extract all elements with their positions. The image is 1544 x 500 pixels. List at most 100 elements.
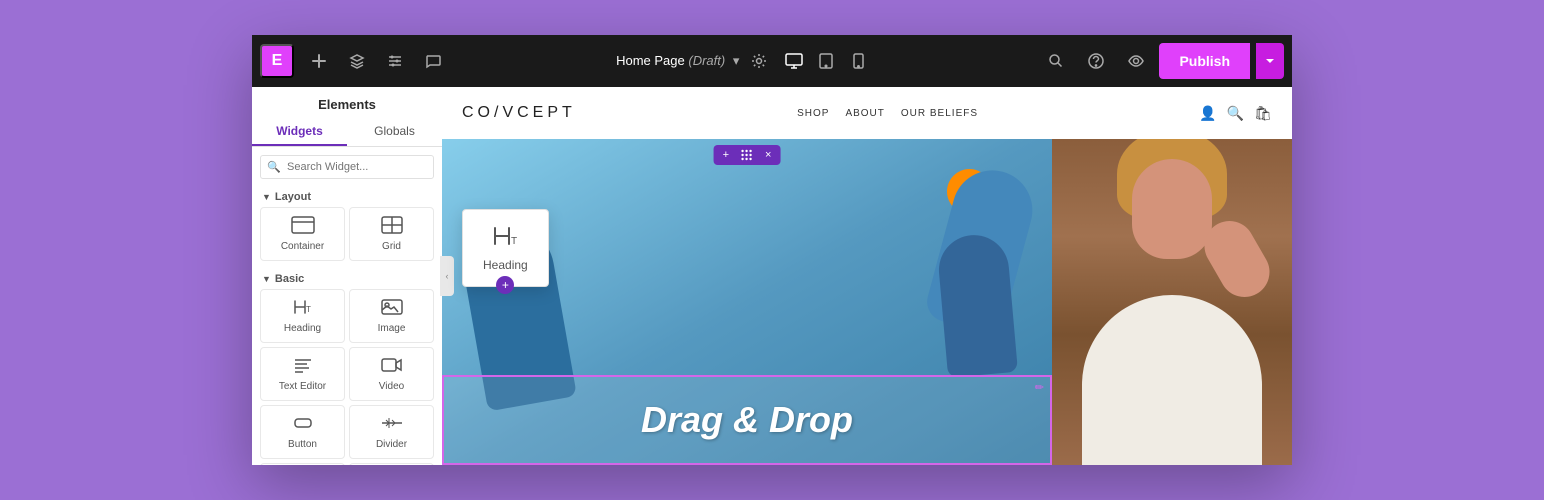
search-nav-icon[interactable]: 🔍 <box>1227 105 1244 122</box>
svg-text:T: T <box>511 236 517 247</box>
drag-drop-overlay[interactable]: Drag & Drop ✏ <box>442 375 1052 465</box>
widget-google-maps[interactable]: Google Maps <box>349 463 434 465</box>
site-nav: CO/VCEPT SHOP ABOUT OUR BELIEFS 👤 🔍 🛍 <box>442 87 1292 139</box>
tablet-icon <box>819 53 833 69</box>
widget-container[interactable]: Container <box>260 207 345 261</box>
eye-icon <box>1128 53 1144 69</box>
gear-icon <box>751 53 767 69</box>
nav-link-shop[interactable]: SHOP <box>797 108 829 119</box>
dragging-widget: T Heading + <box>462 209 549 287</box>
widget-search-box: 🔍 <box>260 155 434 179</box>
site-settings-button[interactable] <box>378 44 412 78</box>
widget-text-editor[interactable]: Text Editor <box>260 347 345 401</box>
panel-collapse-handle[interactable]: ‹ <box>440 256 454 296</box>
editor-window: E <box>252 35 1292 465</box>
canvas-area: CO/VCEPT SHOP ABOUT OUR BELIEFS 👤 🔍 🛍 <box>442 87 1292 465</box>
site-logo: CO/VCEPT <box>462 104 576 122</box>
search-widget-input[interactable] <box>260 155 434 179</box>
help-icon <box>1088 53 1104 69</box>
woman-photo <box>1052 139 1292 465</box>
sliders-icon <box>387 53 403 69</box>
grid-dots-icon <box>741 149 753 161</box>
site-nav-icons: 👤 🔍 🛍 <box>1199 105 1272 122</box>
toolbar-center: Home Page (Draft) ▾ <box>454 46 1035 76</box>
search-icon <box>1048 53 1064 69</box>
face <box>1132 159 1212 259</box>
widget-button[interactable]: Button <box>260 405 345 459</box>
tab-globals[interactable]: Globals <box>347 118 442 146</box>
desktop-icon <box>785 53 803 69</box>
hero-section: + × Drag & <box>442 139 1292 465</box>
toolbar-right: Publish <box>1039 43 1284 79</box>
body <box>1082 295 1262 465</box>
text-editor-icon <box>292 356 314 377</box>
search-icon-small: 🔍 <box>267 161 281 174</box>
hero-right <box>1052 139 1292 465</box>
container-icon <box>291 216 315 237</box>
svg-text:T: T <box>306 305 311 314</box>
cart-icon[interactable]: 🛍 <box>1254 105 1272 122</box>
page-title-chevron: ▾ <box>733 53 740 68</box>
mobile-view-button[interactable] <box>843 46 873 76</box>
section-grid-button[interactable] <box>738 148 756 162</box>
page-title-area: Home Page (Draft) ▾ <box>616 53 739 69</box>
widget-heading[interactable]: T Heading <box>260 289 345 343</box>
button-icon <box>292 414 314 435</box>
section-close-button[interactable]: × <box>762 148 774 162</box>
floating-widget-label: Heading <box>483 258 528 272</box>
grid-icon <box>381 216 403 237</box>
nav-link-about[interactable]: ABOUT <box>845 108 884 119</box>
comments-button[interactable] <box>416 44 450 78</box>
preview-button[interactable] <box>1119 44 1153 78</box>
panel-tabs: Widgets Globals <box>252 118 442 147</box>
layers-button[interactable] <box>340 44 374 78</box>
site-preview: CO/VCEPT SHOP ABOUT OUR BELIEFS 👤 🔍 🛍 <box>442 87 1292 465</box>
chevron-down-icon <box>1265 57 1275 65</box>
tab-widgets[interactable]: Widgets <box>252 118 347 146</box>
view-mode-buttons <box>779 46 873 76</box>
floating-heading-icon: T <box>491 224 519 254</box>
widget-image[interactable]: Image <box>349 289 434 343</box>
tablet-view-button[interactable] <box>811 46 841 76</box>
heading-icon: T <box>292 298 314 319</box>
basic-widget-grid: T Heading Image <box>252 289 442 465</box>
drop-plus-indicator: + <box>496 276 514 294</box>
basic-arrow: ▼ <box>262 274 271 284</box>
divider-icon <box>381 414 403 435</box>
section-add-button[interactable]: + <box>720 148 732 162</box>
layout-arrow: ▼ <box>262 192 271 202</box>
search-button[interactable] <box>1039 44 1073 78</box>
layout-widget-grid: Container Grid <box>252 207 442 269</box>
toolbar: E <box>252 35 1292 87</box>
image-icon <box>381 298 403 319</box>
help-button[interactable] <box>1079 44 1113 78</box>
hero-left: + × Drag & <box>442 139 1052 465</box>
editor-body: Elements Widgets Globals 🔍 ▼ Layout <box>252 87 1292 465</box>
nav-link-beliefs[interactable]: OUR BELIEFS <box>901 108 978 119</box>
elements-panel: Elements Widgets Globals 🔍 ▼ Layout <box>252 87 442 465</box>
page-settings-button[interactable] <box>751 53 767 69</box>
elementor-logo[interactable]: E <box>260 44 294 78</box>
layers-icon <box>349 53 365 69</box>
drag-drop-text: Drag & Drop <box>641 399 853 441</box>
widget-video[interactable]: Video <box>349 347 434 401</box>
widget-divider[interactable]: Divider <box>349 405 434 459</box>
site-nav-links: SHOP ABOUT OUR BELIEFS <box>797 108 978 119</box>
widget-spacer[interactable]: Spacer <box>260 463 345 465</box>
video-icon <box>381 356 403 377</box>
plus-icon <box>311 53 327 69</box>
chat-icon <box>425 53 441 69</box>
panel-title: Elements <box>252 97 442 112</box>
basic-section-label: ▼ Basic <box>252 269 442 289</box>
desktop-view-button[interactable] <box>779 46 809 76</box>
section-toolbar: + × <box>714 145 781 165</box>
mobile-icon <box>853 53 864 69</box>
edit-pencil-icon[interactable]: ✏ <box>1035 381 1044 394</box>
add-element-button[interactable] <box>302 44 336 78</box>
panel-header: Elements <box>252 87 442 118</box>
user-icon[interactable]: 👤 <box>1199 105 1216 122</box>
widget-grid[interactable]: Grid <box>349 207 434 261</box>
layout-section-label: ▼ Layout <box>252 187 442 207</box>
publish-button[interactable]: Publish <box>1159 43 1250 79</box>
publish-dropdown-button[interactable] <box>1256 43 1284 79</box>
